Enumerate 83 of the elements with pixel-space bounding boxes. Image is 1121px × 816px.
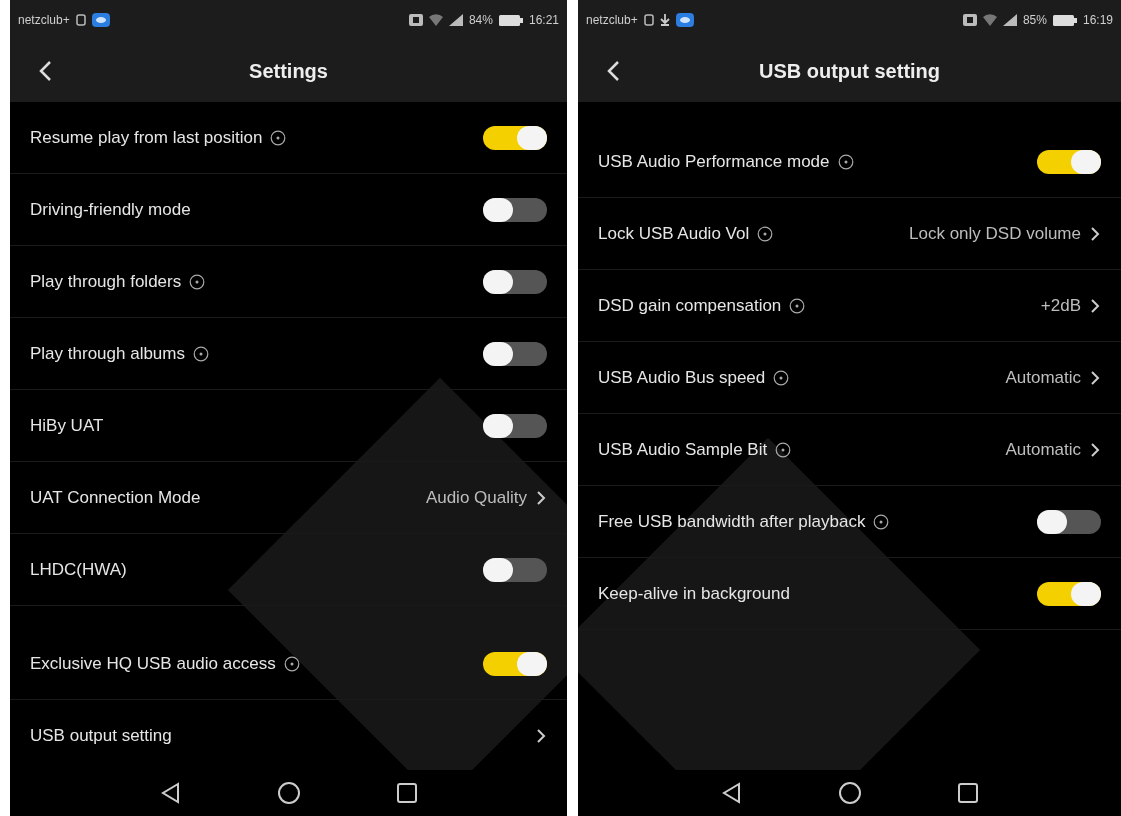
toggle-switch[interactable] [1037, 581, 1101, 606]
sim-icon [75, 14, 86, 26]
setting-value: Lock only DSD volume [909, 223, 1081, 244]
setting-label: Resume play from last position [30, 127, 263, 148]
screen-title: USB output setting [758, 59, 941, 83]
setting-label: Exclusive HQ USB audio access [30, 653, 276, 674]
clock-time: 16:21 [528, 13, 559, 27]
setting-label: Lock USB Audio Vol [598, 223, 750, 244]
toggle-switch[interactable] [483, 125, 547, 150]
settings-row[interactable]: DSD gain compensation +2dB [578, 270, 1121, 342]
setting-label: Play through folders [30, 271, 182, 292]
battery-icon [1052, 14, 1077, 26]
toggle-switch[interactable] [483, 413, 547, 438]
toggle-switch[interactable] [483, 341, 547, 366]
settings-row[interactable]: USB Audio Performance mode [578, 126, 1121, 198]
wifi-icon [982, 14, 997, 26]
info-icon[interactable] [757, 225, 774, 242]
toggle-switch[interactable] [1037, 509, 1101, 534]
settings-row[interactable]: Exclusive HQ USB audio access [10, 628, 567, 700]
signal-icon [1002, 14, 1017, 26]
settings-row[interactable]: HiBy UAT [10, 390, 567, 462]
setting-label: DSD gain compensation [598, 295, 782, 316]
info-icon[interactable] [193, 345, 209, 362]
battery-icon [498, 14, 523, 26]
info-icon[interactable] [837, 153, 854, 170]
info-icon[interactable] [283, 655, 300, 672]
setting-label: HiBy UAT [30, 415, 104, 436]
settings-row[interactable]: Keep-alive in background [578, 558, 1121, 630]
sim-icon [643, 14, 654, 26]
battery-percent: 85% [1022, 13, 1047, 27]
message-icon [91, 13, 110, 27]
info-icon[interactable] [270, 129, 287, 146]
toggle-switch[interactable] [1037, 149, 1101, 174]
carrier-name: netzclub+ [586, 13, 638, 27]
info-icon[interactable] [189, 273, 206, 290]
signal-icon [448, 14, 463, 26]
setting-label: Play through albums [30, 343, 185, 364]
settings-row[interactable]: UAT Connection Mode Audio Quality [10, 462, 567, 534]
setting-label: LHDC(HWA) [30, 559, 127, 580]
chevron-right-icon [1089, 441, 1101, 458]
chevron-right-icon [1089, 369, 1101, 386]
settings-row[interactable]: Driving-friendly mode [10, 174, 567, 246]
toggle-switch[interactable] [483, 197, 547, 222]
toggle-switch[interactable] [483, 269, 547, 294]
info-icon[interactable] [773, 369, 790, 386]
setting-label: UAT Connection Mode [30, 487, 201, 508]
settings-row[interactable]: Play through folders [10, 246, 567, 318]
carrier-name: netzclub+ [18, 13, 70, 27]
setting-label: USB Audio Bus speed [598, 367, 766, 388]
chevron-right-icon [1089, 225, 1101, 242]
screen-title: Settings [249, 59, 328, 83]
clock-time: 16:19 [1082, 13, 1113, 27]
home-nav-button[interactable] [275, 780, 302, 806]
info-icon[interactable] [789, 297, 806, 314]
chevron-right-icon [1089, 297, 1101, 314]
battery-percent: 84% [468, 13, 493, 27]
setting-value: Audio Quality [425, 487, 527, 508]
setting-value: Automatic [1005, 439, 1081, 460]
setting-label: Free USB bandwidth after playback [598, 511, 866, 532]
setting-label: USB Audio Sample Bit [598, 439, 768, 460]
chevron-right-icon [535, 489, 547, 506]
settings-row[interactable]: USB Audio Sample Bit Automatic [578, 414, 1121, 486]
setting-label: USB output setting [30, 725, 172, 746]
home-nav-button[interactable] [836, 780, 863, 806]
download-icon [659, 14, 670, 26]
back-chevron-icon[interactable] [39, 60, 53, 82]
settings-row[interactable]: USB Audio Bus speed Automatic [578, 342, 1121, 414]
setting-value: +2dB [1040, 295, 1081, 316]
back-chevron-icon[interactable] [607, 60, 621, 82]
setting-label: Driving-friendly mode [30, 199, 191, 220]
settings-row[interactable]: Free USB bandwidth after playback [578, 486, 1121, 558]
settings-row[interactable]: Resume play from last position [10, 102, 567, 174]
wifi-icon [428, 14, 443, 26]
setting-value: Automatic [1005, 367, 1081, 388]
info-icon[interactable] [775, 441, 792, 458]
info-icon[interactable] [873, 513, 890, 530]
message-icon [675, 13, 694, 27]
setting-label: USB Audio Performance mode [598, 151, 830, 172]
settings-row[interactable]: Play through albums [10, 318, 567, 390]
setting-label: Keep-alive in background [598, 583, 790, 604]
settings-row[interactable]: Lock USB Audio Vol Lock only DSD volume [578, 198, 1121, 270]
settings-row[interactable]: LHDC(HWA) [10, 534, 567, 606]
chevron-right-icon [535, 727, 547, 744]
